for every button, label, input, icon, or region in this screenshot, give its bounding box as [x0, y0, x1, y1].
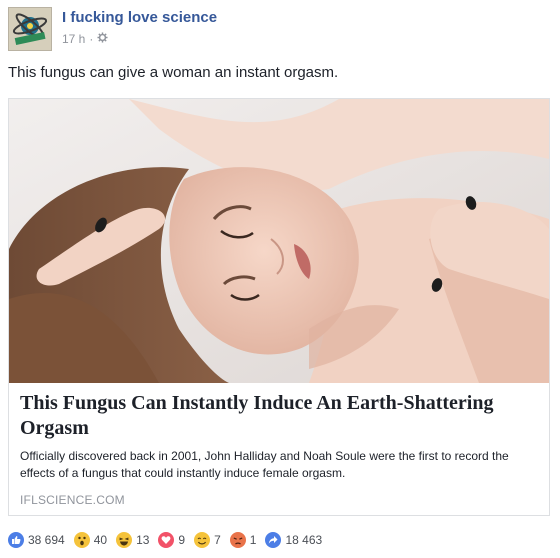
reaction-love[interactable]: 9 [158, 532, 185, 548]
reaction-love-count: 9 [178, 533, 186, 547]
reaction-wow[interactable]: 40 [73, 532, 108, 548]
link-card-description: Officially discovered back in 2001, John… [20, 449, 509, 480]
reaction-yay[interactable]: 7 [194, 532, 221, 548]
post-text: This fungus can give a woman an instant … [8, 64, 339, 81]
reactions-bar: 38 694 40 13 9 7 1 18 463 [8, 530, 331, 550]
post-header: I fucking love science 17 h · [8, 7, 548, 51]
reaction-like[interactable]: 38 694 [8, 532, 65, 548]
like-icon [8, 532, 24, 548]
love-icon [158, 532, 175, 548]
shares[interactable]: 18 463 [265, 532, 322, 548]
post-timestamp[interactable]: 17 h [62, 32, 85, 46]
reaction-yay-count: 7 [214, 533, 221, 547]
meta-separator: · [89, 32, 94, 46]
gear-icon[interactable] [97, 32, 108, 46]
reaction-angry[interactable]: 1 [229, 532, 257, 548]
reaction-wow-count: 40 [93, 533, 108, 547]
link-card-body: This Fungus Can Instantly Induce An Eart… [20, 391, 540, 507]
yay-icon [194, 532, 211, 548]
reaction-angry-count: 1 [249, 533, 257, 547]
link-card-title[interactable]: This Fungus Can Instantly Induce An Eart… [20, 391, 540, 441]
reaction-haha[interactable]: 13 [116, 532, 149, 548]
angry-icon [229, 532, 246, 548]
post-meta: 17 h · [62, 32, 108, 46]
link-card-domain: IFLSCIENCE.COM [20, 493, 125, 507]
link-card-image[interactable] [9, 99, 549, 383]
reaction-haha-count: 13 [136, 533, 150, 547]
page-avatar[interactable] [8, 7, 52, 51]
share-icon [265, 532, 282, 548]
wow-icon [73, 532, 90, 548]
reaction-like-count: 38 694 [28, 533, 65, 547]
page-name-link[interactable]: I fucking love science [62, 9, 217, 26]
haha-icon [116, 532, 133, 548]
share-count: 18 463 [285, 533, 323, 547]
link-card[interactable]: This Fungus Can Instantly Induce An Eart… [8, 98, 550, 516]
